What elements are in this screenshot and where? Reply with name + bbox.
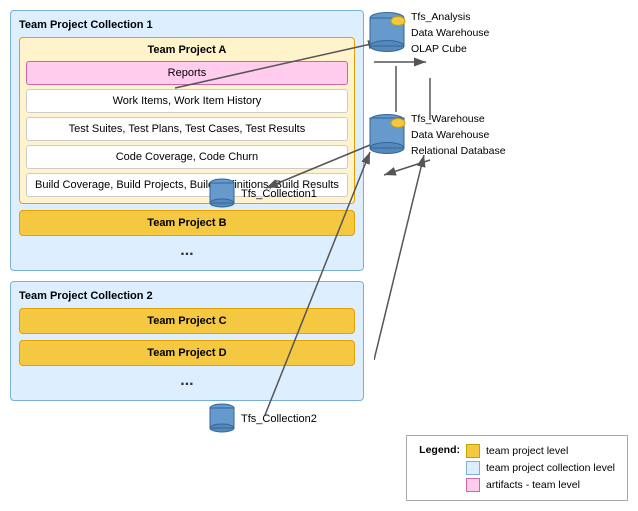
team-project-b: Team Project B <box>19 210 355 236</box>
legend-blue-swatch <box>466 461 480 475</box>
collection1-title: Team Project Collection 1 <box>19 19 355 31</box>
team-project-c: Team Project C <box>19 308 355 334</box>
reports-item: Reports <box>26 61 348 85</box>
legend-row-gold: team project level <box>466 444 615 458</box>
team-project-a-title: Team Project A <box>26 44 348 56</box>
collection2-cylinder <box>208 402 236 436</box>
col2-to-warehouse-line <box>374 155 424 360</box>
collection1-cylinder <box>208 177 236 211</box>
collection1-icon-row: Tfs_Collection1 <box>208 177 317 211</box>
analysis-db-cylinder-pos <box>368 10 406 56</box>
team-project-d: Team Project D <box>19 340 355 366</box>
collection1-dots: ... <box>19 240 355 262</box>
warehouse-db-label-pos: Tfs_Warehouse Data Warehouse Relational … <box>411 112 506 159</box>
code-coverage-item: Code Coverage, Code Churn <box>26 145 348 169</box>
collection2-dots: ... <box>19 370 355 392</box>
legend-row-pink: artifacts - team level <box>466 478 615 492</box>
warehouse-to-col1-line <box>384 160 430 175</box>
analysis-db-positioned: Tfs_Analysis Data Warehouse OLAP Cube <box>368 10 489 57</box>
legend-row-blue: team project collection level <box>466 461 615 475</box>
legend-positioned: Legend: team project level team project … <box>406 435 628 501</box>
collection1-box: Team Project Collection 1 Team Project A… <box>10 10 364 271</box>
legend-pink-swatch <box>466 478 480 492</box>
collection2-icon-row: Tfs_Collection2 <box>208 402 317 436</box>
legend-gold-swatch <box>466 444 480 458</box>
collection2-box: Team Project Collection 2 Team Project C… <box>10 281 364 401</box>
connector-svg <box>374 10 628 501</box>
collection1-icon-label: Tfs_Collection1 <box>241 188 317 200</box>
warehouse-db-positioned: Tfs_Warehouse Data Warehouse Relational … <box>368 112 506 159</box>
legend-label: Legend: <box>419 444 460 456</box>
collection2-title: Team Project Collection 2 <box>19 290 355 302</box>
analysis-db-label-pos: Tfs_Analysis Data Warehouse OLAP Cube <box>411 10 489 57</box>
work-items-item: Work Items, Work Item History <box>26 89 348 113</box>
collection2-icon-label: Tfs_Collection2 <box>241 413 317 425</box>
warehouse-db-cylinder-pos <box>368 112 406 158</box>
test-items-item: Test Suites, Test Plans, Test Cases, Tes… <box>26 117 348 141</box>
